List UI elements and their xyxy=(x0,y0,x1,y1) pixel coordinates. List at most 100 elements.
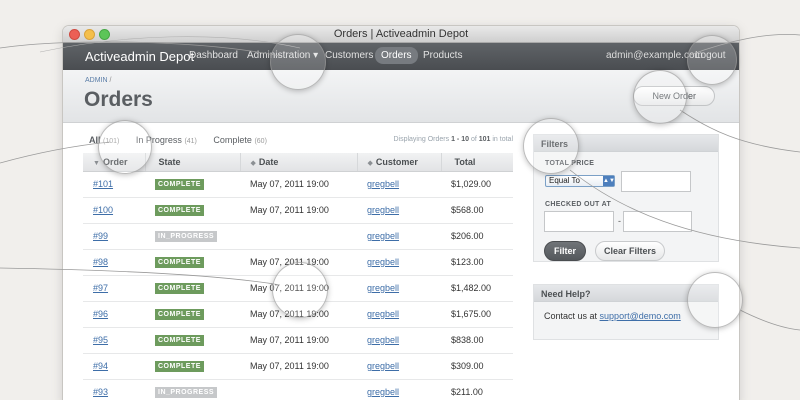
total-cell: $211.00 xyxy=(441,379,513,400)
column-header-customer[interactable]: ◆ Customer xyxy=(357,153,442,172)
chevron-down-icon: ▲▼ xyxy=(603,176,615,186)
total-price-input[interactable] xyxy=(621,171,691,192)
order-cell: #97 xyxy=(83,275,145,302)
customer-link[interactable]: gregbell xyxy=(367,387,399,397)
filter-button[interactable]: Filter xyxy=(544,241,587,261)
order-link[interactable]: #95 xyxy=(93,335,108,345)
scope-complete[interactable]: Complete (60) xyxy=(213,135,267,145)
column-header-total[interactable]: Total xyxy=(441,153,513,172)
nav-item-customers[interactable]: Customers xyxy=(325,50,373,61)
order-link[interactable]: #99 xyxy=(93,231,108,241)
customer-link[interactable]: gregbell xyxy=(367,283,399,293)
scope-count: (60) xyxy=(254,138,267,145)
date-cell xyxy=(240,379,357,400)
status-badge: COMPLETE xyxy=(155,335,204,346)
customer-cell: gregbell xyxy=(357,197,441,224)
nav-item-dashboard[interactable]: Dashboard xyxy=(189,50,238,61)
range-separator: - xyxy=(618,216,621,226)
order-cell: #95 xyxy=(83,327,145,354)
customer-cell: gregbell xyxy=(357,301,441,328)
total-cell: $1,675.00 xyxy=(441,301,513,328)
pagination-suffix: in total xyxy=(492,136,513,143)
customer-link[interactable]: gregbell xyxy=(367,231,399,241)
page-title: Orders xyxy=(84,88,153,111)
breadcrumb-admin-link[interactable]: ADMIN xyxy=(85,77,108,84)
table-row: #95 COMPLETE May 07, 2011 19:00 gregbell $83… xyxy=(83,327,513,354)
magnifier-lens xyxy=(523,118,579,174)
total-cell: $568.00 xyxy=(441,197,513,224)
nav-item-orders[interactable]: Orders xyxy=(375,47,418,64)
customer-link[interactable]: gregbell xyxy=(367,335,399,345)
clear-filters-button[interactable]: Clear Filters xyxy=(595,241,666,261)
table-row: #93 IN_PROGRESS gregbell $211.00 xyxy=(83,379,513,400)
customer-link[interactable]: gregbell xyxy=(367,361,399,371)
pagination-range: 1 - 10 xyxy=(451,136,469,143)
date-cell: May 07, 2011 19:00 xyxy=(240,171,357,198)
date-cell: May 07, 2011 19:00 xyxy=(240,327,357,354)
total-price-operator-select[interactable]: Equal To ▲▼ xyxy=(545,175,615,187)
total-cell: $309.00 xyxy=(441,353,513,380)
state-cell: COMPLETE xyxy=(145,301,240,328)
table-row: #94 COMPLETE May 07, 2011 19:00 gregbell $30… xyxy=(83,353,513,380)
column-header-date[interactable]: ◆ Date xyxy=(240,153,358,172)
customer-cell: gregbell xyxy=(357,223,441,250)
total-cell: $206.00 xyxy=(441,223,513,250)
table-row: #99 IN_PROGRESS gregbell $206.00 xyxy=(83,223,513,250)
nav-item-products[interactable]: Products xyxy=(423,50,462,61)
customer-link[interactable]: gregbell xyxy=(367,257,399,267)
pagination-total: 101 xyxy=(478,136,491,143)
order-cell: #101 xyxy=(83,171,145,198)
order-link[interactable]: #101 xyxy=(93,179,113,189)
date-cell xyxy=(240,223,357,250)
magnifier-lens xyxy=(98,120,152,174)
total-cell: $1,482.00 xyxy=(441,275,513,302)
status-badge: COMPLETE xyxy=(155,205,204,216)
checked-out-to-input[interactable] xyxy=(623,211,692,232)
sort-icon: ◆ xyxy=(250,159,256,167)
magnifier-lens xyxy=(687,272,743,328)
customer-link[interactable]: gregbell xyxy=(367,205,399,215)
status-badge: COMPLETE xyxy=(155,309,204,320)
site-brand[interactable]: Activeadmin Depot xyxy=(85,49,194,64)
magnifier-lens xyxy=(272,262,328,318)
window-title: Orders | Activeadmin Depot xyxy=(333,28,469,40)
order-cell: #99 xyxy=(83,223,145,250)
state-cell: IN_PROGRESS xyxy=(145,223,240,250)
help-text: Contact us at support@demo.com xyxy=(544,311,681,321)
order-cell: #94 xyxy=(83,353,145,380)
pagination-info: Displaying Orders 1 - 10 of 101 in total xyxy=(393,136,513,143)
status-badge: COMPLETE xyxy=(155,361,204,372)
order-link[interactable]: #98 xyxy=(93,257,108,267)
breadcrumb: ADMIN / xyxy=(85,77,111,84)
order-cell: #96 xyxy=(83,301,145,328)
order-link[interactable]: #100 xyxy=(93,205,113,215)
checked-out-from-input[interactable] xyxy=(544,211,614,232)
support-email-link[interactable]: support@demo.com xyxy=(600,311,681,321)
order-link[interactable]: #93 xyxy=(93,387,108,397)
date-cell: May 07, 2011 19:00 xyxy=(240,353,357,380)
state-cell: COMPLETE xyxy=(145,249,240,276)
order-link[interactable]: #97 xyxy=(93,283,108,293)
status-badge: COMPLETE xyxy=(155,179,204,190)
order-link[interactable]: #94 xyxy=(93,361,108,371)
status-badge: IN_PROGRESS xyxy=(155,231,218,242)
select-value: Equal To xyxy=(549,176,580,185)
order-cell: #93 xyxy=(83,379,145,400)
table-row: #101 COMPLETE May 07, 2011 19:00 gregbell $1… xyxy=(83,171,513,198)
status-badge: IN_PROGRESS xyxy=(155,387,218,398)
checked-out-label: CHECKED OUT AT xyxy=(545,201,612,208)
total-cell: $1,029.00 xyxy=(441,171,513,198)
state-cell: COMPLETE xyxy=(145,353,240,380)
order-link[interactable]: #96 xyxy=(93,309,108,319)
column-label: Total xyxy=(454,156,476,167)
total-cell: $838.00 xyxy=(441,327,513,354)
status-badge: COMPLETE xyxy=(155,283,204,294)
customer-link[interactable]: gregbell xyxy=(367,309,399,319)
order-cell: #100 xyxy=(83,197,145,224)
column-header-state[interactable]: State xyxy=(145,153,241,172)
magnifier-lens xyxy=(633,70,687,124)
top-navigation: Activeadmin Depot Dashboard Administrati… xyxy=(63,43,739,70)
magnifier-lens xyxy=(270,34,326,90)
customer-link[interactable]: gregbell xyxy=(367,179,399,189)
customer-cell: gregbell xyxy=(357,379,441,400)
